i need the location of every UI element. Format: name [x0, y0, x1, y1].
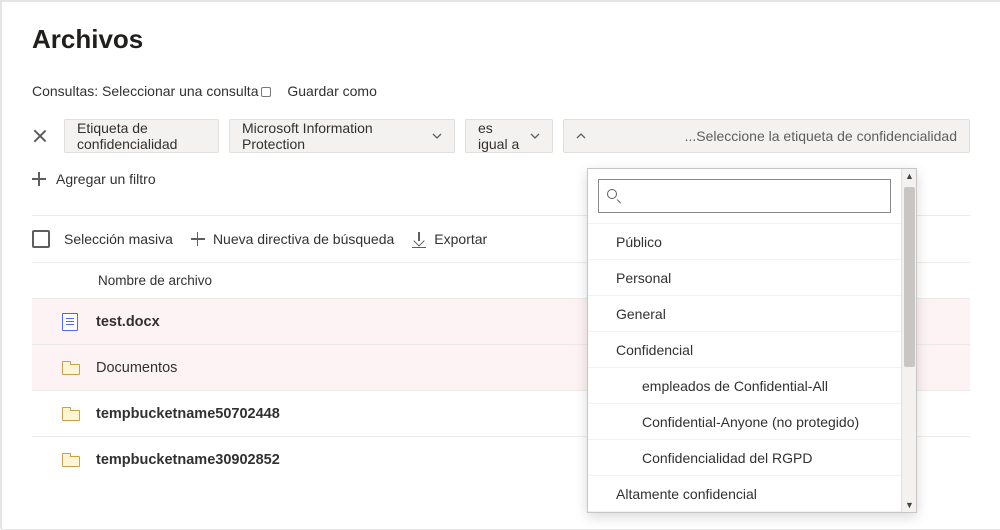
folder-icon	[62, 453, 80, 467]
dropdown-search-input[interactable]	[598, 179, 891, 213]
dropdown-option[interactable]: empleados de Confidential-All	[588, 367, 901, 403]
download-icon	[412, 232, 426, 246]
chevron-up-icon	[576, 131, 586, 141]
popup-indicator-icon	[261, 87, 271, 97]
page-title: Archivos	[32, 24, 970, 55]
queries-bar: Consultas: Seleccionar una consulta Guar…	[32, 83, 970, 99]
file-name: tempbucketname30902852	[96, 452, 280, 468]
checkbox-icon	[32, 230, 50, 248]
dropdown-option[interactable]: General	[588, 295, 901, 331]
scroll-down-icon[interactable]: ▼	[902, 498, 917, 512]
dropdown-option[interactable]: Personal	[588, 259, 901, 295]
filter-value-dropdown[interactable]: ...Seleccione la etiqueta de confidencia…	[563, 119, 970, 153]
dropdown-option[interactable]: Confidencialidad del RGPD	[588, 439, 901, 475]
filter-operator-dropdown[interactable]: es igual a	[465, 119, 553, 153]
document-icon	[62, 313, 80, 331]
remove-filter-icon[interactable]	[32, 128, 48, 144]
bulk-select-checkbox[interactable]: Selección masiva	[32, 230, 173, 248]
folder-icon	[62, 361, 80, 375]
export-button[interactable]: Exportar	[412, 231, 487, 247]
dropdown-option[interactable]: Público	[588, 223, 901, 259]
new-search-policy-button[interactable]: Nueva directiva de búsqueda	[191, 231, 394, 247]
filter-field-label: Etiqueta de confidencialidad	[64, 119, 219, 153]
queries-label: Consultas:	[32, 83, 98, 99]
file-name: tempbucketname50702448	[96, 406, 280, 422]
save-as-link[interactable]: Guardar como	[287, 83, 376, 99]
dropdown-option[interactable]: Confidencial	[588, 331, 901, 367]
file-name: Documentos	[96, 360, 177, 376]
dropdown-option[interactable]: Confidential-Anyone (no protegido)	[588, 403, 901, 439]
search-icon	[607, 189, 621, 203]
dropdown-option[interactable]: Highly Confidential-All Employees	[588, 511, 901, 512]
dropdown-option[interactable]: Altamente confidencial	[588, 475, 901, 511]
file-name: test.docx	[96, 314, 160, 330]
sensitivity-label-dropdown-panel: PúblicoPersonalGeneralConfidencialemplea…	[587, 168, 917, 513]
folder-icon	[62, 407, 80, 421]
filter-provider-dropdown[interactable]: Microsoft Information Protection	[229, 119, 455, 153]
dropdown-scrollbar[interactable]: ▲ ▼	[901, 169, 916, 512]
scroll-thumb[interactable]	[904, 187, 915, 367]
plus-icon	[32, 172, 46, 186]
scroll-up-icon[interactable]: ▲	[902, 169, 917, 183]
chevron-down-icon	[530, 131, 540, 141]
plus-icon	[191, 232, 205, 246]
select-query-link[interactable]: Seleccionar una consulta	[102, 83, 275, 99]
chevron-down-icon	[432, 131, 442, 141]
dropdown-search-field[interactable]	[629, 187, 882, 205]
